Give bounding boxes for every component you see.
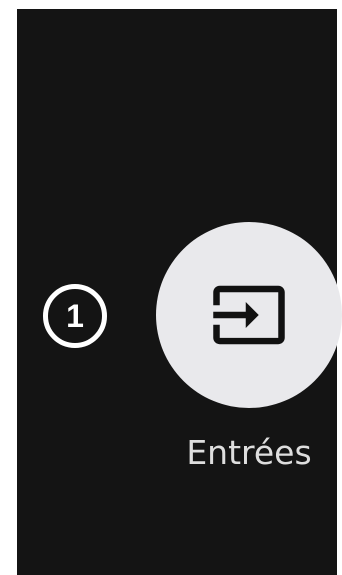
inputs-button[interactable] xyxy=(156,222,342,408)
tv-screen: 1 Entrées xyxy=(17,9,342,575)
step-number: 1 xyxy=(66,298,84,334)
input-icon xyxy=(213,285,285,345)
inputs-label: Entrées xyxy=(186,433,312,472)
step-number-badge: 1 xyxy=(43,284,107,348)
